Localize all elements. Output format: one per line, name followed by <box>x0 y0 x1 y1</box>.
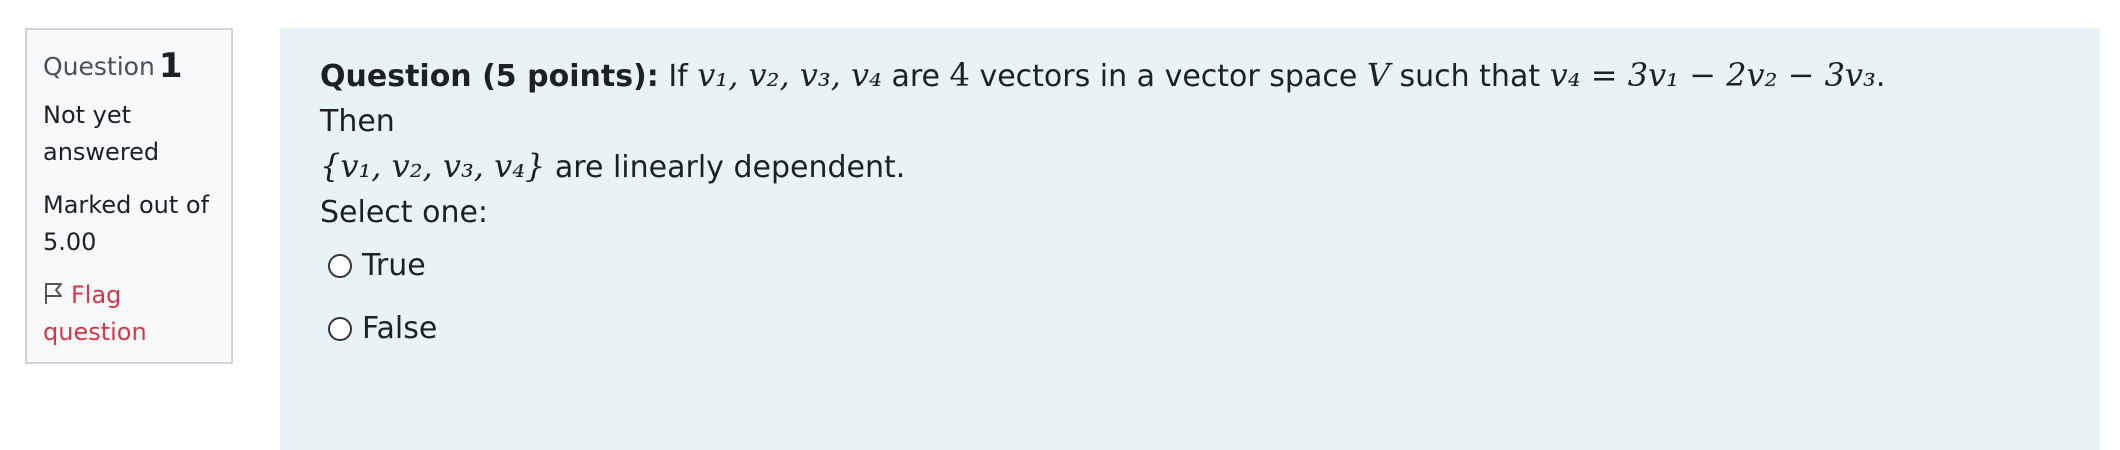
radio-true[interactable] <box>328 254 352 278</box>
text-such-that: such that <box>1399 59 1541 94</box>
option-false[interactable]: False <box>328 309 437 349</box>
math-space: V <box>1366 56 1390 94</box>
question-number-heading: Question 1 <box>43 46 215 87</box>
math-set: {v₁, v₂, v₃, v₄} <box>320 147 546 185</box>
question-number: 1 <box>158 46 183 86</box>
question-info-panel: Question 1 Not yet answered Marked out of… <box>25 28 233 364</box>
answer-prompt: Select one: <box>320 195 489 230</box>
option-true[interactable]: True <box>328 246 426 286</box>
question-state: Not yet answered <box>43 101 160 166</box>
question-word: Question <box>43 52 155 81</box>
question-content: Question (5 points): If v₁, v₂, v₃, v₄ a… <box>280 28 2100 450</box>
question-text: Question (5 points): If v₁, v₂, v₃, v₄ a… <box>320 53 1920 190</box>
text-are: are <box>891 59 940 94</box>
question-grade: Marked out of 5.00 <box>43 191 210 256</box>
math-count: 4 <box>949 56 970 94</box>
flag-question-link[interactable]: Flag question <box>43 277 215 351</box>
text-if: If <box>668 59 688 94</box>
math-vectors: v₁, v₂, v₃, v₄ <box>697 56 882 94</box>
question-lead: Question (5 points): <box>320 59 659 94</box>
math-equation: v₄ = 3v₁ − 2v₂ − 3v₃ <box>1549 56 1876 94</box>
option-false-label: False <box>362 311 438 346</box>
radio-false[interactable] <box>328 317 352 341</box>
option-true-label: True <box>362 248 426 283</box>
text-conclusion: are linearly dependent. <box>554 150 906 185</box>
flag-icon <box>45 283 62 304</box>
text-vectors-in: vectors in a vector space <box>979 59 1358 94</box>
